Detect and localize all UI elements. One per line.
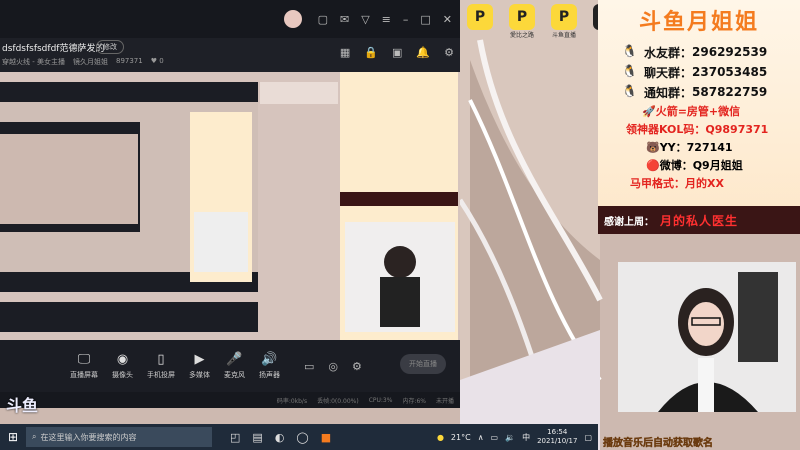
chevron-up-icon[interactable]: ∧ [478,433,484,442]
kol-line: 领神器KOL码：Q9897371 [626,123,769,136]
preview-scene [0,72,460,340]
control-phone-cast[interactable]: ▯ 手机投屏 [147,352,175,380]
memory-status: 内存:6% [402,397,426,405]
stream-preview[interactable] [0,72,460,340]
volume-icon[interactable]: 🔉 [505,433,515,442]
room-title: dsfdsfsfsdfdf范德萨发的 [2,44,105,54]
group-row: 🐧 聊天群： 237053485 [622,64,768,80]
edge-icon[interactable]: ◐ [275,431,285,444]
rocket-line: 🚀 火箭=房管+微信 [642,104,741,119]
room-meta: 穿越火线 - 美女主播 镜久月姐姐 897371 ♥ 0 [2,57,164,67]
weibo-line: 🔴 微博：Q9月姐姐 [646,158,743,173]
streamer-name: 镜久月姐姐 [72,58,108,66]
app-icon[interactable]: P [462,4,498,39]
close-icon[interactable]: ✕ [443,13,452,26]
dropframe-status: 丢帧:0(0.00%) [317,397,359,405]
info-panel: 斗鱼月姐姐 🐧 水友群： 296292539 🐧 聊天群： 237053485 🐧 通知群… [598,0,800,230]
menu-icon[interactable]: ≡ [382,13,391,26]
douyu-logo: 斗鱼 [6,396,39,415]
maximize-icon[interactable]: □ [420,13,430,26]
task-view-icon[interactable]: ◰ [230,431,240,444]
yy-icon: 🐻 [646,140,660,154]
weather-icon: ● [436,432,444,442]
control-camera[interactable]: ◉ 摄像头 [112,352,133,380]
bitrate-status: 码率:0kb/s [276,397,308,405]
mail-icon[interactable]: ✉ [340,13,349,26]
app-ring-icon[interactable]: ◯ [296,431,308,444]
eye-icon[interactable]: ◎ [328,360,338,373]
lock-icon[interactable]: 🔒 [364,46,378,59]
screen-icon: 🖵 [77,352,91,367]
live-status: 未开播 [435,397,454,405]
control-bar: 🖵 直播屏幕 ◉ 摄像头 ▯ 手机投屏 ▶ 多媒体 🎤 麦克风 🔊 扬声器 ▭ ◎ ⚙ 开始… [0,340,460,392]
taskbar-search[interactable]: ⌕ 在这里输入你要搜索的内容 [26,427,212,447]
status-bar: 码率:0kb/s 丢帧:0(0.00%) CPU:3% 内存:6% 未开播 [0,392,460,408]
control-screen[interactable]: 🖵 直播屏幕 [70,352,98,380]
control-mic[interactable]: 🎤 麦克风 [224,352,245,380]
pin-icon[interactable]: ▽ [361,13,369,26]
qq-icon: 🐧 [622,64,637,78]
edit-button[interactable]: 修改 [96,40,124,54]
avatar[interactable] [283,10,302,28]
message-icon[interactable]: ▢ [318,13,328,26]
room-toolbar: ▦ 🔒 ▣ 🔔 ⚙ [340,46,454,59]
thanks-name: 月的私人医生 [660,213,739,228]
group-row: 🐧 通知群： 587822759 [622,84,768,100]
qq-icon: 🐧 [622,44,637,58]
network-icon[interactable]: ▭ [491,433,499,442]
mic-icon: 🎤 [226,352,243,367]
search-icon: ⌕ [32,432,37,441]
layout-icon[interactable]: ▦ [340,46,350,59]
app-icon[interactable]: P 愛比之路 [504,4,540,39]
likes-count: ♥ 0 [150,57,164,65]
media-icon: ▶ [194,352,205,367]
vest-line: 马甲格式：月的XX [630,177,724,190]
cpu-status: CPU:3% [368,396,393,404]
webcam-scene [618,262,796,412]
music-title: 播放音乐后自动获取歌名 [603,438,713,449]
clock[interactable]: 16:54 2021/10/17 [537,428,577,446]
webcam-feed [618,262,796,412]
room-category: 穿越火线 - 美女主播 [2,58,65,66]
phone-cast-icon: ▯ [157,352,165,367]
window-icon[interactable]: ▣ [392,46,402,59]
ime-icon[interactable]: 中 [522,432,530,443]
control-speaker[interactable]: 🔊 扬声器 [259,352,280,380]
title-bar: ▢ ✉ ▽ ≡ – □ ✕ [0,0,460,38]
start-stream-button[interactable]: 开始直播 [400,354,446,374]
windows-start-icon[interactable]: ⊞ [0,430,26,444]
group-row: 🐧 水友群： 296292539 [622,44,768,60]
speaker-icon: 🔊 [261,352,278,367]
room-info: dsfdsfsfsdfdf范德萨发的 修改 穿越火线 - 美女主播 镜久月姐姐 … [0,38,460,72]
streaming-window: ▢ ✉ ▽ ≡ – □ ✕ dsfdsfsfsdfdf范德萨发的 修改 穿越火线… [0,0,460,408]
thanks-banner: 感谢上周： 月的私人医生 [598,206,800,234]
minimize-icon[interactable]: – [403,13,409,26]
taskbar: ⊞ ⌕ 在这里输入你要搜索的内容 ◰ ▤ ◐ ◯ ■ ● 21°C ∧ ▭ 🔉 中… [0,424,598,450]
system-tray: ● 21°C ∧ ▭ 🔉 中 16:54 2021/10/17 ▢ [437,428,598,446]
bell-icon[interactable]: 🔔 [416,46,430,59]
control-media[interactable]: ▶ 多媒体 [189,352,210,380]
notification-icon[interactable]: ▢ [584,433,592,442]
panel-title: 斗鱼月姐姐 [638,10,759,35]
rocket-icon: 🚀 [642,104,656,118]
douyu-taskbar-icon[interactable]: ■ [321,431,331,444]
taskbar-apps: ◰ ▤ ◐ ◯ ■ [230,431,331,444]
qq-icon: 🐧 [622,84,637,98]
settings-icon[interactable]: ⚙ [444,46,454,59]
camera-icon: ◉ [116,352,129,367]
weibo-icon: 🔴 [646,158,660,172]
explorer-icon[interactable]: ▤ [252,431,262,444]
yy-line: 🐻 YY：727141 [646,140,733,155]
room-id: 897371 [115,57,143,65]
temperature: 21°C [450,432,471,442]
record-icon[interactable]: ▭ [304,360,314,373]
app-icon[interactable]: P 斗鱼直播 [546,4,582,39]
thanks-label: 感谢上周： [604,216,654,228]
gear-icon[interactable]: ⚙ [352,360,362,373]
